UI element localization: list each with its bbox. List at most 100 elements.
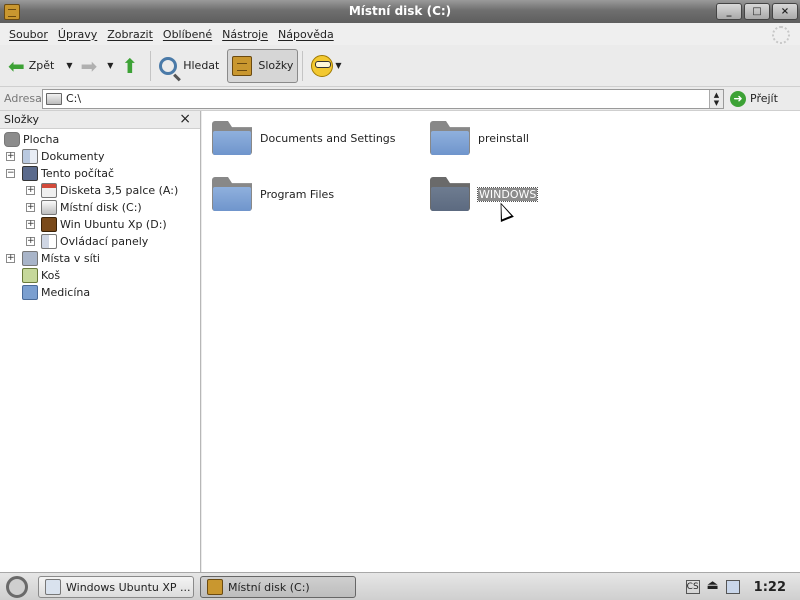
tree-item-documents[interactable]: Dokumenty — [22, 148, 104, 165]
back-arrow-icon: ⬅ — [8, 53, 25, 78]
taskbar: Windows Ubuntu XP ... Místní disk (C:) C… — [0, 572, 800, 600]
taskbar-item-windows-ubuntu-xp[interactable]: Windows Ubuntu XP ... — [38, 576, 194, 598]
folder-item-program-files[interactable]: Program Files — [212, 177, 334, 211]
folders-pane-title: Složky — [4, 113, 40, 126]
search-label: Hledat — [183, 59, 220, 72]
menu-tools[interactable]: Nástroje — [217, 28, 273, 41]
up-arrow-icon: ⬆ — [121, 53, 139, 78]
tree-item-label: Win Ubuntu Xp (D:) — [60, 218, 167, 231]
tree-item-label: Dokumenty — [41, 150, 105, 163]
eject-icon[interactable]: ⏏ — [706, 579, 720, 594]
tree-item-label: Plocha — [23, 133, 60, 146]
folder-label: Program Files — [260, 187, 335, 201]
address-dropdown-icon[interactable]: ▲ ▼ — [709, 89, 723, 108]
forward-dropdown-icon[interactable]: ▼ — [107, 61, 113, 70]
file-list: Documents and Settings preinstall Progra… — [202, 111, 800, 572]
folder-label: preinstall — [478, 131, 529, 145]
clock[interactable]: 1:22 — [754, 580, 786, 595]
tree-expander-floppy[interactable]: + — [26, 186, 35, 195]
tree-item-cd-drive[interactable]: Win Ubuntu Xp (D:) — [41, 216, 167, 233]
tree-expander-local-disk[interactable]: + — [26, 203, 35, 212]
tree-expander-documents[interactable]: + — [6, 152, 15, 161]
folders-pane-header: Složky × — [0, 111, 200, 129]
tree-expander-network[interactable]: + — [6, 254, 15, 263]
window-title: Místní disk (C:) — [348, 4, 452, 18]
go-label: Přejít — [750, 92, 778, 105]
tree-item-control-panel[interactable]: Ovládací panely — [41, 233, 148, 250]
folders-button[interactable]: Složky — [227, 48, 299, 83]
address-bar: Adresa C:\ ▲ ▼ ➜ Přejít — [0, 87, 800, 111]
close-button[interactable]: × — [772, 3, 798, 20]
tree-item-label: Místní disk (C:) — [60, 201, 142, 214]
folder-item-preinstall[interactable]: preinstall — [430, 121, 529, 155]
tree-item-medicina[interactable]: Medicína — [22, 284, 90, 301]
address-value: C:\ — [66, 92, 82, 105]
folder-item-documents-and-settings[interactable]: Documents and Settings — [212, 121, 396, 155]
folder-icon — [212, 177, 252, 211]
menu-file[interactable]: Soubor — [4, 28, 53, 41]
folder-item-windows[interactable]: WINDOWS — [430, 177, 539, 211]
browser-icon — [45, 579, 61, 595]
network-status-icon[interactable] — [725, 580, 740, 594]
control-panel-icon — [41, 234, 57, 249]
title-bar: Místní disk (C:) _ □ × — [0, 0, 800, 23]
tree-expander-control-panel[interactable]: + — [26, 237, 35, 246]
forward-button[interactable]: ➡ — [77, 49, 106, 83]
menu-help[interactable]: Nápověda — [273, 28, 339, 41]
folder-label: Documents and Settings — [260, 131, 396, 145]
minimize-button[interactable]: _ — [716, 3, 742, 20]
tree-item-recycle-bin[interactable]: Koš — [22, 267, 60, 284]
up-button[interactable]: ⬆ — [117, 49, 146, 83]
folder-icon — [212, 121, 252, 155]
menu-bar: Soubor Úpravy Zobrazit Oblíbené Nástroje… — [0, 23, 800, 45]
folder-label: WINDOWS — [476, 186, 539, 202]
back-button[interactable]: ⬅ Zpět — [4, 49, 58, 83]
go-button[interactable]: ➜ Přejít — [730, 90, 778, 107]
window-controls: _ □ × — [716, 3, 798, 20]
address-label: Adresa — [4, 92, 42, 105]
maximize-button[interactable]: □ — [744, 3, 770, 20]
tree-item-label: Disketa 3,5 palce (A:) — [60, 184, 179, 197]
tree-item-local-disk[interactable]: Místní disk (C:) — [41, 199, 142, 216]
tree-expander-my-computer[interactable]: − — [6, 169, 15, 178]
cd-drive-icon — [41, 217, 57, 232]
search-icon — [159, 56, 178, 75]
taskbar-item-local-disk[interactable]: Místní disk (C:) — [200, 576, 356, 598]
back-dropdown-icon[interactable]: ▼ — [66, 61, 72, 70]
toolbar-separator — [302, 50, 304, 81]
folders-label: Složky — [258, 59, 294, 72]
folder-icon — [430, 121, 470, 155]
tree-item-my-computer[interactable]: Tento počítač — [22, 165, 114, 182]
toolbar-separator — [150, 50, 152, 81]
search-button[interactable]: Hledat — [155, 49, 223, 83]
keyboard-layout-icon[interactable]: CS — [685, 580, 700, 594]
menu-view[interactable]: Zobrazit — [102, 28, 158, 41]
tree-item-label: Koš — [41, 269, 61, 282]
address-input[interactable]: C:\ ▲ ▼ — [42, 88, 724, 109]
back-label: Zpět — [28, 59, 55, 72]
tree-item-label: Medicína — [41, 286, 91, 299]
system-tray: CS ⏏ 1:22 — [685, 576, 800, 598]
tree-item-network[interactable]: Místa v síti — [22, 250, 100, 267]
taskbar-item-label: Místní disk (C:) — [228, 580, 310, 594]
menu-edit[interactable]: Úpravy — [53, 28, 102, 41]
tree-item-label: Místa v síti — [41, 252, 100, 265]
explorer-app-icon — [207, 579, 223, 595]
go-arrow-icon: ➜ — [730, 90, 746, 107]
desktop-icon — [4, 132, 20, 147]
forward-arrow-icon: ➡ — [80, 53, 98, 78]
views-dropdown-icon: ▼ — [335, 61, 342, 70]
tree-expander-cd-drive[interactable]: + — [26, 220, 35, 229]
floppy-icon — [41, 183, 57, 198]
folders-pane-close-icon[interactable]: × — [179, 111, 191, 127]
folder-icon — [22, 285, 38, 300]
views-button[interactable]: ▼ — [307, 49, 349, 83]
start-menu-icon[interactable] — [6, 575, 28, 598]
taskbar-item-label: Windows Ubuntu XP ... — [66, 580, 191, 594]
tree-item-floppy[interactable]: Disketa 3,5 palce (A:) — [41, 182, 178, 199]
tree-item-desktop[interactable]: Plocha — [4, 131, 59, 148]
computer-icon — [22, 166, 38, 181]
menu-favorites[interactable]: Oblíbené — [158, 28, 217, 41]
views-icon — [311, 54, 334, 77]
trash-icon — [22, 268, 38, 283]
